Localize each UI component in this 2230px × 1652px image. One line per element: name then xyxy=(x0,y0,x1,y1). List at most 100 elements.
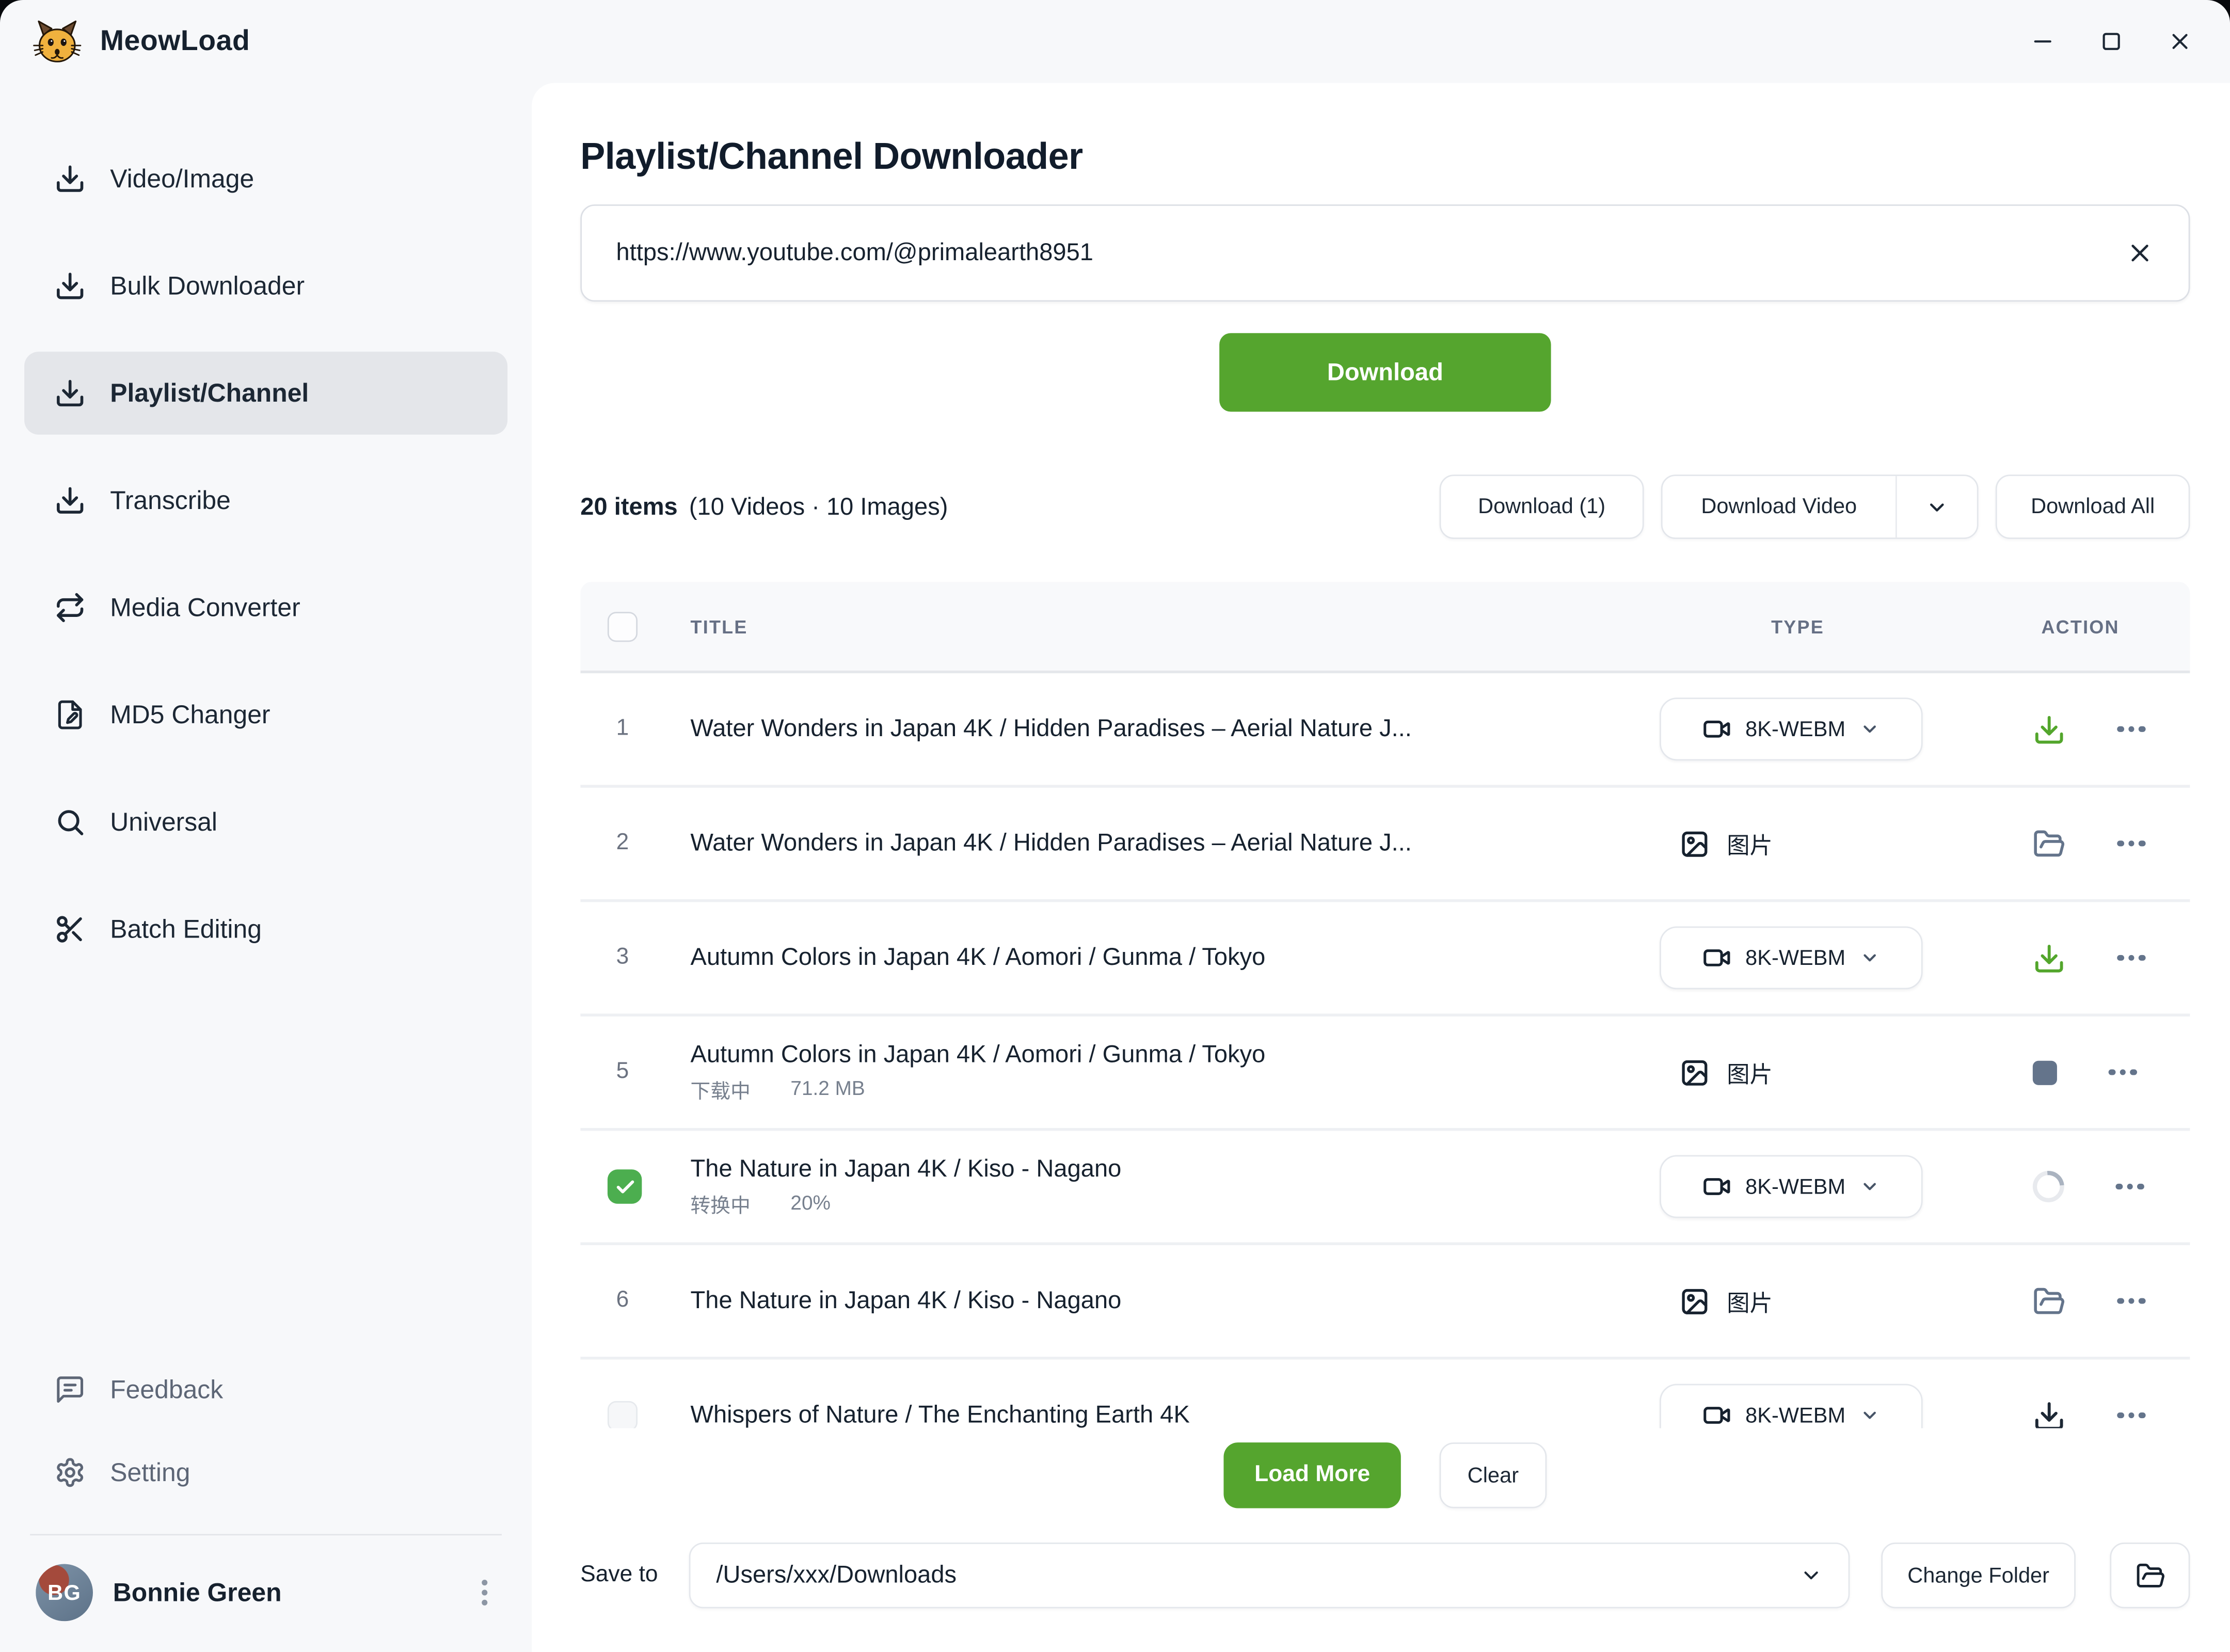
file-pen-icon xyxy=(54,699,86,730)
sidebar-item-label: Playlist/Channel xyxy=(110,378,309,408)
url-input[interactable]: https://www.youtube.com/@primalearth8951 xyxy=(580,204,2190,301)
row-number: 3 xyxy=(608,945,638,971)
sidebar-item-media-converter[interactable]: Media Converter xyxy=(24,566,507,649)
type-image: 图片 xyxy=(1680,1055,1976,1089)
format-select-button[interactable]: 8K-WEBM xyxy=(1660,697,1923,760)
item-title: The Nature in Japan 4K / Kiso - Nagano xyxy=(691,1154,1611,1183)
chevron-down-icon[interactable] xyxy=(1897,496,1977,518)
sidebar-item-md5-changer[interactable]: MD5 Changer xyxy=(24,673,507,756)
table-row: 5 Autumn Colors in Japan 4K / Aomori / Gu… xyxy=(580,1016,2190,1131)
status-value: 71.2 MB xyxy=(790,1076,865,1104)
sidebar-item-playlist-channel[interactable]: Playlist/Channel xyxy=(24,352,507,435)
item-status: 下载中71.2 MB xyxy=(691,1076,1611,1104)
download-video-label[interactable]: Download Video xyxy=(1663,495,1896,519)
open-folder-button[interactable] xyxy=(2110,1543,2190,1608)
clear-input-icon[interactable] xyxy=(2126,239,2154,267)
title-bar: MeowLoad xyxy=(0,0,2230,83)
sidebar: Video/Image Bulk Downloader Playlist/Chann… xyxy=(0,83,532,1652)
items-count: 20 items xyxy=(580,493,677,521)
load-more-button[interactable]: Load More xyxy=(1223,1442,1400,1508)
format-select-button[interactable]: 8K-WEBM xyxy=(1660,1155,1923,1218)
minimize-icon[interactable] xyxy=(2030,28,2056,54)
format-select-button[interactable]: 8K-WEBM xyxy=(1660,1384,1923,1428)
sidebar-item-label: Media Converter xyxy=(110,593,300,623)
header-title: TITLE xyxy=(691,615,1611,637)
type-image: 图片 xyxy=(1680,827,1976,861)
more-actions-button[interactable] xyxy=(2117,949,2145,967)
repeat-icon xyxy=(54,592,86,623)
save-path-select[interactable]: /Users/xxx/Downloads xyxy=(689,1543,1850,1608)
download-all-button[interactable]: Download All xyxy=(1996,474,2190,539)
more-actions-button[interactable] xyxy=(2117,835,2145,853)
status-value: 20% xyxy=(790,1190,831,1218)
more-actions-button[interactable] xyxy=(2109,1063,2137,1082)
format-label: 8K-WEBM xyxy=(1745,1174,1845,1199)
table-row: 3Autumn Colors in Japan 4K / Aomori / Gu… xyxy=(580,902,2190,1016)
more-actions-button[interactable] xyxy=(2117,1406,2145,1424)
sidebar-item-label: Transcribe xyxy=(110,485,231,515)
table-row: 2 Water Wonders in Japan 4K / Hidden Para… xyxy=(580,788,2190,902)
download-icon xyxy=(54,485,86,516)
open-folder-icon[interactable] xyxy=(2033,827,2066,860)
more-actions-button[interactable] xyxy=(2117,720,2145,738)
chevron-down-icon xyxy=(1860,948,1880,968)
chevron-down-icon xyxy=(1799,1564,1822,1587)
header-type: TYPE xyxy=(1611,615,1976,637)
sidebar-item-video-image[interactable]: Video/Image xyxy=(24,137,507,220)
user-row: BG Bonnie Green xyxy=(24,1558,507,1629)
sidebar-item-bulk-downloader[interactable]: Bulk Downloader xyxy=(24,245,507,328)
item-title: The Nature in Japan 4K / Kiso - Nagano xyxy=(691,1286,1611,1315)
user-menu-kebab-icon[interactable] xyxy=(473,1571,496,1614)
video-camera-icon xyxy=(1702,1172,1731,1201)
image-icon xyxy=(1680,829,1710,859)
row-checkbox[interactable] xyxy=(608,1400,638,1428)
sidebar-item-universal[interactable]: Universal xyxy=(24,781,507,864)
clear-button[interactable]: Clear xyxy=(1440,1442,1547,1508)
select-all-checkbox[interactable] xyxy=(608,611,638,641)
download-icon xyxy=(54,270,86,301)
format-select-button[interactable]: 8K-WEBM xyxy=(1660,926,1923,989)
download-selected-button[interactable]: Download (1) xyxy=(1440,474,1644,539)
item-status: 转换中20% xyxy=(691,1190,1611,1218)
download-icon[interactable] xyxy=(2033,1399,2066,1428)
sidebar-item-label: Batch Editing xyxy=(110,914,262,944)
items-table: TITLE TYPE ACTION 1Water Wonders in Japa… xyxy=(580,582,2190,1428)
download-video-split-button[interactable]: Download Video xyxy=(1661,474,1979,539)
chevron-down-icon xyxy=(1860,719,1880,739)
sidebar-item-setting[interactable]: Setting xyxy=(24,1431,507,1514)
download-icon[interactable] xyxy=(2033,942,2066,975)
avatar: BG xyxy=(36,1564,93,1622)
type-label: 图片 xyxy=(1727,1284,1773,1318)
maximize-icon[interactable] xyxy=(2098,28,2124,54)
sidebar-item-feedback[interactable]: Feedback xyxy=(24,1348,507,1431)
user-name: Bonnie Green xyxy=(113,1578,282,1608)
stop-icon[interactable] xyxy=(2033,1060,2057,1084)
sidebar-item-transcribe[interactable]: Transcribe xyxy=(24,459,507,542)
open-folder-icon[interactable] xyxy=(2033,1284,2066,1317)
save-path-value: /Users/xxx/Downloads xyxy=(716,1561,957,1590)
close-icon[interactable] xyxy=(2167,28,2193,54)
row-checkbox-checked[interactable] xyxy=(608,1169,642,1203)
video-camera-icon xyxy=(1702,1401,1731,1428)
search-icon xyxy=(54,806,86,838)
main-panel: Playlist/Channel Downloader https://www.… xyxy=(532,83,2230,1652)
change-folder-button[interactable]: Change Folder xyxy=(1881,1543,2076,1608)
chevron-down-icon xyxy=(1860,1405,1880,1425)
row-number: 2 xyxy=(608,831,638,856)
download-icon[interactable] xyxy=(2033,712,2066,745)
more-actions-button[interactable] xyxy=(2117,1292,2145,1310)
sidebar-item-label: Bulk Downloader xyxy=(110,271,305,301)
item-title: Whispers of Nature / The Enchanting Eart… xyxy=(691,1401,1611,1428)
image-icon xyxy=(1680,1286,1710,1316)
item-title: Water Wonders in Japan 4K / Hidden Parad… xyxy=(691,829,1611,857)
download-icon xyxy=(54,377,86,409)
sidebar-item-label: MD5 Changer xyxy=(110,700,270,730)
format-label: 8K-WEBM xyxy=(1745,717,1845,741)
video-camera-icon xyxy=(1702,944,1731,972)
more-actions-button[interactable] xyxy=(2115,1178,2143,1196)
sidebar-item-batch-editing[interactable]: Batch Editing xyxy=(24,888,507,971)
item-title: Autumn Colors in Japan 4K / Aomori / Gun… xyxy=(691,1040,1611,1069)
download-button[interactable]: Download xyxy=(1219,333,1551,411)
format-label: 8K-WEBM xyxy=(1745,946,1845,970)
row-number: 5 xyxy=(608,1059,638,1085)
